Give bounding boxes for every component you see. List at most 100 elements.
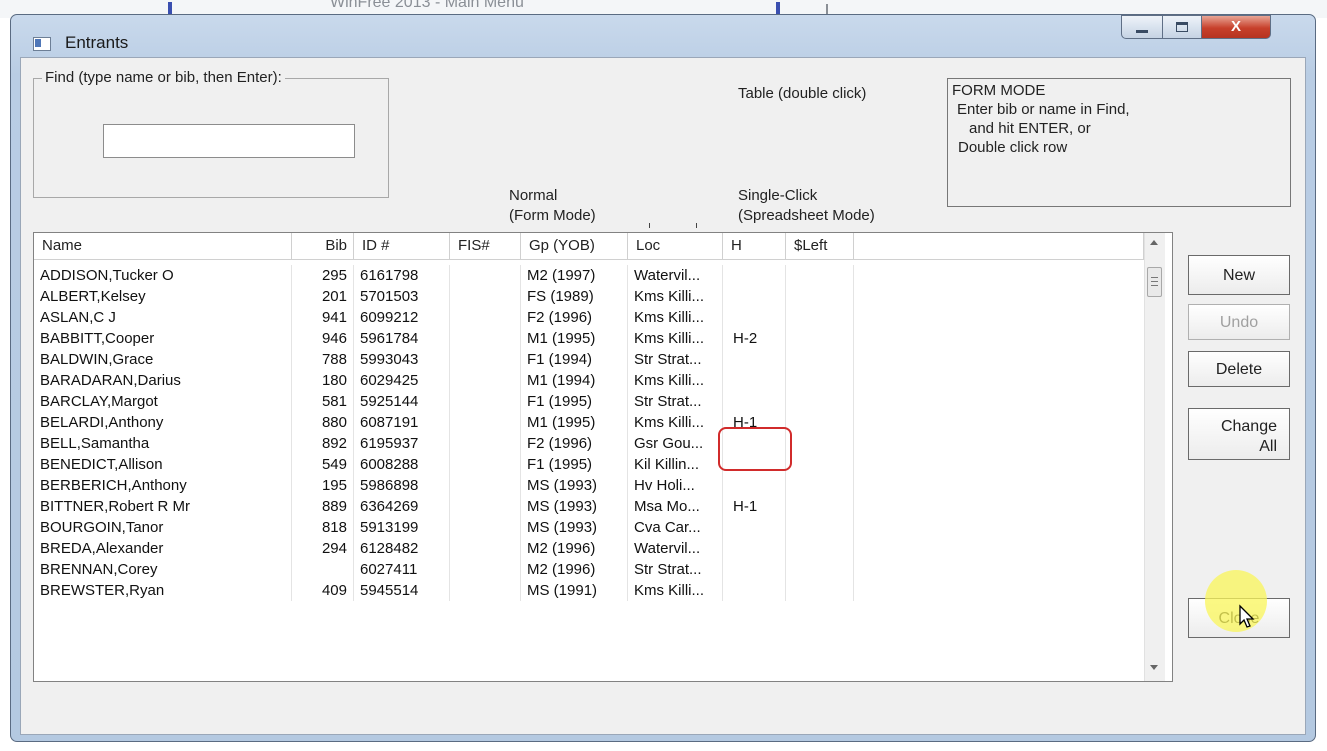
mode-info-line: Enter bib or name in Find,: [957, 101, 1130, 118]
cell-loc: Cva Car...: [628, 517, 723, 538]
cell-gp: F1 (1995): [521, 454, 628, 475]
table-row[interactable]: BREDA,Alexander 294 6128482 M2 (1996) Waterv…: [34, 538, 1134, 559]
cell-bib: 941: [292, 307, 354, 328]
cell-name: BABBITT,Cooper: [34, 328, 292, 349]
cell-id: 6161798: [354, 265, 450, 286]
table-row[interactable]: ASLAN,C J 941 6099212 F2 (1996) Kms Killi...: [34, 307, 1134, 328]
close-icon: X: [1230, 18, 1241, 35]
find-input[interactable]: [103, 124, 355, 158]
change-all-button[interactable]: Change All: [1188, 408, 1290, 460]
column-header[interactable]: Bib: [292, 233, 354, 260]
cell-loc: Kms Killi...: [628, 412, 723, 433]
mode-info-line: Double click row: [958, 139, 1068, 156]
scroll-thumb[interactable]: [1147, 267, 1162, 297]
cell-id: 6029425: [354, 370, 450, 391]
cell-loc: Kms Killi...: [628, 328, 723, 349]
cell-h: [723, 391, 786, 412]
cell-bib: 201: [292, 286, 354, 307]
table-mode-label: Table (double click): [738, 85, 867, 102]
cell-name: BREWSTER,Ryan: [34, 580, 292, 601]
minimize-button[interactable]: [1121, 15, 1163, 39]
cell-gp: M2 (1996): [521, 559, 628, 580]
table-row[interactable]: BITTNER,Robert R Mr 889 6364269 MS (1993) Ms…: [34, 496, 1134, 517]
cell-loc: Kil Killin...: [628, 454, 723, 475]
cell-h: H-2: [723, 328, 786, 349]
cell-fis: [450, 328, 521, 349]
table-row[interactable]: ADDISON,Tucker O 295 6161798 M2 (1997) Water…: [34, 265, 1134, 286]
table-row[interactable]: BOURGOIN,Tanor 818 5913199 MS (1993) Cva Car…: [34, 517, 1134, 538]
cell-fis: [450, 391, 521, 412]
scroll-grip-icon: [1151, 285, 1158, 286]
cell-left: [786, 475, 854, 496]
cell-h: [723, 580, 786, 601]
cell-loc: Kms Killi...: [628, 286, 723, 307]
cell-bib: [292, 559, 354, 580]
column-header[interactable]: ID #: [354, 233, 450, 260]
change-all-label: Change: [1220, 417, 1277, 435]
cell-fis: [450, 286, 521, 307]
delete-button[interactable]: Delete: [1188, 351, 1290, 387]
cell-loc: Kms Killi...: [628, 307, 723, 328]
undo-button[interactable]: Undo: [1188, 304, 1290, 340]
scroll-up-icon[interactable]: [1150, 240, 1158, 245]
column-header[interactable]: FIS#: [450, 233, 521, 260]
cell-loc: Kms Killi...: [628, 580, 723, 601]
window-app-icon: [33, 37, 51, 51]
table-row[interactable]: BENEDICT,Allison 549 6008288 F1 (1995) Kil K…: [34, 454, 1134, 475]
cell-name: BOURGOIN,Tanor: [34, 517, 292, 538]
table-row[interactable]: BERBERICH,Anthony 195 5986898 MS (1993) Hv H…: [34, 475, 1134, 496]
table-row[interactable]: BALDWIN,Grace 788 5993043 F1 (1994) Str Stra…: [34, 349, 1134, 370]
cell-bib: 180: [292, 370, 354, 391]
cell-h: [723, 349, 786, 370]
table-row[interactable]: BARADARAN,Darius 180 6029425 M1 (1994) Kms K…: [34, 370, 1134, 391]
cell-left: [786, 433, 854, 454]
cell-bib: 295: [292, 265, 354, 286]
cell-gp: F1 (1994): [521, 349, 628, 370]
column-header[interactable]: Loc: [628, 233, 723, 260]
new-button[interactable]: New: [1188, 255, 1290, 295]
cell-gp: F1 (1995): [521, 391, 628, 412]
cell-id: 6128482: [354, 538, 450, 559]
cell-name: BENEDICT,Allison: [34, 454, 292, 475]
table-row[interactable]: ALBERT,Kelsey 201 5701503 FS (1989) Kms Kill…: [34, 286, 1134, 307]
column-header[interactable]: Gp (YOB): [521, 233, 628, 260]
cell-h: [723, 307, 786, 328]
cell-fis: [450, 370, 521, 391]
table-row[interactable]: BELARDI,Anthony 880 6087191 M1 (1995) Kms Ki…: [34, 412, 1134, 433]
cell-loc: Gsr Gou...: [628, 433, 723, 454]
vertical-scrollbar[interactable]: [1144, 233, 1165, 681]
find-label: Find (type name or bib, then Enter):: [42, 69, 285, 86]
cell-fis: [450, 559, 521, 580]
table-row[interactable]: BELL,Samantha 892 6195937 F2 (1996) Gsr Gou.…: [34, 433, 1134, 454]
column-header[interactable]: Name: [34, 233, 292, 260]
cell-name: BITTNER,Robert R Mr: [34, 496, 292, 517]
window-close-button[interactable]: X: [1201, 15, 1271, 39]
maximize-button[interactable]: [1162, 15, 1202, 39]
window-client-area: Find (type name or bib, then Enter): Tab…: [20, 57, 1306, 735]
cell-h: [723, 559, 786, 580]
change-all-label: All: [1259, 437, 1277, 455]
mode-info-box: FORM MODE Enter bib or name in Find, and…: [947, 78, 1291, 207]
cell-id: 5993043: [354, 349, 450, 370]
column-header[interactable]: $Left: [786, 233, 854, 260]
cell-bib: 294: [292, 538, 354, 559]
table-row[interactable]: BREWSTER,Ryan 409 5945514 MS (1991) Kms Kill…: [34, 580, 1134, 601]
cell-id: 6087191: [354, 412, 450, 433]
cell-loc: Str Strat...: [628, 391, 723, 412]
cell-gp: F2 (1996): [521, 307, 628, 328]
cell-bib: 788: [292, 349, 354, 370]
cell-h: [723, 370, 786, 391]
cell-left: [786, 580, 854, 601]
column-header[interactable]: H: [723, 233, 786, 260]
scroll-down-icon[interactable]: [1150, 665, 1158, 670]
cell-fis: [450, 433, 521, 454]
cell-loc: Msa Mo...: [628, 496, 723, 517]
entrants-table[interactable]: Name Bib ID # FIS# Gp (YOB) Loc H $Left ADDISON…: [33, 232, 1173, 682]
cell-name: BARCLAY,Margot: [34, 391, 292, 412]
table-row[interactable]: BARCLAY,Margot 581 5925144 F1 (1995) Str Str…: [34, 391, 1134, 412]
table-row[interactable]: BABBITT,Cooper 946 5961784 M1 (1995) Kms Kil…: [34, 328, 1134, 349]
cell-bib: 195: [292, 475, 354, 496]
cell-gp: FS (1989): [521, 286, 628, 307]
cell-bib: 946: [292, 328, 354, 349]
table-row[interactable]: BRENNAN,Corey 6027411 M2 (1996) Str Strat..…: [34, 559, 1134, 580]
